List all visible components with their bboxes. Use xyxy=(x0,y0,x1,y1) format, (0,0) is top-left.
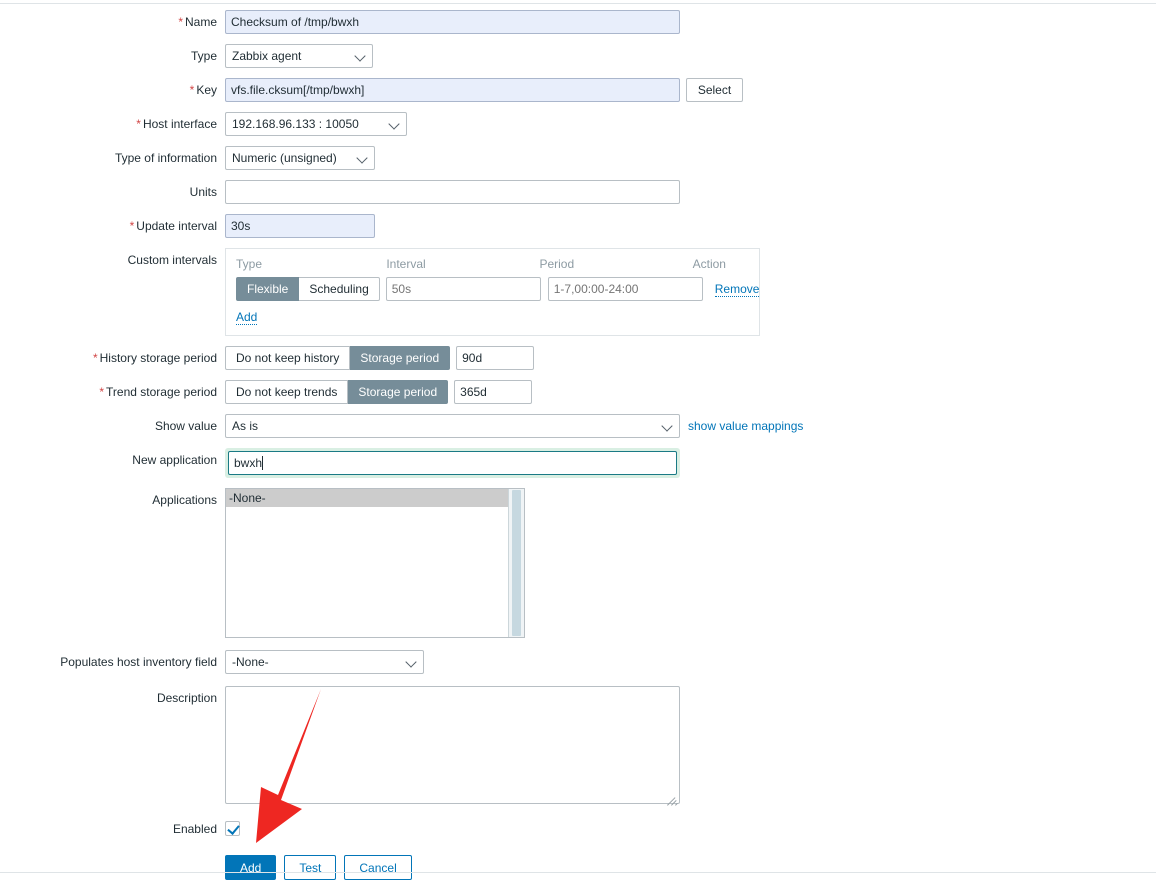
chevron-down-icon xyxy=(357,153,368,164)
form-row-host-interface: * Host interface 192.168.96.133 : 10050 xyxy=(0,112,1156,136)
show-value-select[interactable]: As is xyxy=(225,414,680,438)
chevron-down-icon xyxy=(389,119,400,130)
scrollbar-thumb[interactable] xyxy=(512,490,521,636)
item-form: *Name Type Zabbix agent *Key Sele xyxy=(0,10,1156,880)
trend-do-not-keep-button[interactable]: Do not keep trends xyxy=(225,380,349,404)
interval-type-toggle: Flexible Scheduling xyxy=(236,277,380,301)
list-item[interactable]: -None- xyxy=(226,489,524,507)
form-row-type: Type Zabbix agent xyxy=(0,44,1156,68)
type-of-information-label: Type of information xyxy=(114,151,217,165)
cancel-button[interactable]: Cancel xyxy=(344,855,412,880)
chevron-down-icon xyxy=(355,51,366,62)
form-row-name: * Name xyxy=(0,10,1156,34)
top-divider xyxy=(0,3,1156,4)
required-asterisk: * xyxy=(129,219,135,233)
form-row-type-of-information: Type of information Numeric (unsigned) xyxy=(0,146,1156,170)
form-row-key: *Key Select xyxy=(0,78,1156,102)
column-header-type: Type xyxy=(236,257,263,271)
type-label: Type xyxy=(190,49,217,63)
units-input[interactable] xyxy=(225,180,680,204)
column-header-period: Period xyxy=(539,257,575,271)
form-row-trend-storage-period: * Trend storage period Do not keep trends… xyxy=(0,380,1156,404)
show-value-label: Show value xyxy=(154,419,217,433)
form-row-update-interval: * Update interval xyxy=(0,214,1156,238)
populates-host-inventory-label: Populates host inventory field xyxy=(60,655,217,669)
required-asterisk: * xyxy=(99,385,105,399)
chevron-down-icon xyxy=(406,657,417,668)
host-interface-label: * Host interface xyxy=(136,117,217,131)
new-application-value: bwxh xyxy=(234,456,263,470)
column-header-interval: Interval xyxy=(386,257,426,271)
required-asterisk: * xyxy=(92,351,98,365)
key-label: * Key xyxy=(189,83,217,97)
form-row-populates-host-inventory: Populates host inventory field -None- xyxy=(0,650,1156,674)
new-application-label: New application xyxy=(132,453,217,467)
chevron-down-icon xyxy=(662,421,673,432)
show-value-mappings-link[interactable]: show value mappings xyxy=(688,414,803,438)
type-of-information-select[interactable]: Numeric (unsigned) xyxy=(225,146,375,170)
trend-storage-toggle: Do not keep trends Storage period xyxy=(225,380,449,404)
applications-label: Applications xyxy=(152,493,217,507)
update-interval-input[interactable] xyxy=(225,214,375,238)
interval-type-scheduling-button[interactable]: Scheduling xyxy=(299,277,380,301)
trend-storage-period-button[interactable]: Storage period xyxy=(348,380,449,404)
text-cursor xyxy=(262,456,264,470)
form-row-show-value: Show value As is show value mappings xyxy=(0,414,1156,438)
description-textarea[interactable] xyxy=(225,686,680,804)
history-do-not-keep-button[interactable]: Do not keep history xyxy=(225,346,351,370)
form-row-new-application: New application bwxh xyxy=(0,448,1156,478)
new-application-focus-glow: bwxh xyxy=(225,448,680,478)
custom-intervals-table: Type Interval Period Action Flexible Sch… xyxy=(225,248,760,336)
trend-storage-period-input[interactable] xyxy=(454,380,533,404)
trend-storage-period-label: * Trend storage period xyxy=(99,385,217,399)
history-storage-period-input[interactable] xyxy=(456,346,535,370)
history-storage-toggle: Do not keep history Storage period xyxy=(225,346,451,370)
units-label: Units xyxy=(189,185,217,199)
host-interface-value: 192.168.96.133 : 10050 xyxy=(232,117,359,131)
interval-type-flexible-button[interactable]: Flexible xyxy=(236,277,300,301)
interval-value-input[interactable] xyxy=(385,277,541,301)
form-row-enabled: Enabled xyxy=(0,817,1156,841)
custom-intervals-header-row: Type Interval Period Action xyxy=(236,257,749,271)
add-interval-link[interactable]: Add xyxy=(236,310,258,325)
form-row-actions: Add Test Cancel xyxy=(0,855,1156,880)
form-row-units: Units xyxy=(0,180,1156,204)
form-row-description: Description xyxy=(0,686,1156,807)
populates-host-inventory-value: -None- xyxy=(232,655,269,669)
column-header-action: Action xyxy=(692,257,726,271)
form-row-history-storage-period: * History storage period Do not keep hist… xyxy=(0,346,1156,370)
type-select[interactable]: Zabbix agent xyxy=(225,44,373,68)
history-storage-period-button[interactable]: Storage period xyxy=(350,346,451,370)
form-row-custom-intervals: Custom intervals Type Interval Period Ac… xyxy=(0,248,1156,336)
form-row-applications: Applications -None- xyxy=(0,488,1156,638)
description-label: Description xyxy=(156,691,217,705)
new-application-input[interactable]: bwxh xyxy=(228,451,677,475)
enabled-checkbox[interactable] xyxy=(225,821,240,836)
key-select-button[interactable]: Select xyxy=(686,78,743,102)
custom-intervals-row: Flexible Scheduling Remove xyxy=(236,277,760,301)
name-label: * Name xyxy=(178,15,217,29)
applications-scrollbar[interactable] xyxy=(508,489,524,637)
enabled-label: Enabled xyxy=(172,822,217,836)
show-value-selected: As is xyxy=(232,419,259,433)
name-input[interactable] xyxy=(225,10,680,34)
applications-listbox[interactable]: -None- xyxy=(225,488,525,638)
update-interval-label: * Update interval xyxy=(129,219,217,233)
required-asterisk: * xyxy=(189,83,195,97)
key-input[interactable] xyxy=(225,78,680,102)
type-select-value: Zabbix agent xyxy=(232,49,302,63)
required-asterisk: * xyxy=(178,15,183,29)
host-interface-select[interactable]: 192.168.96.133 : 10050 xyxy=(225,112,407,136)
remove-interval-link[interactable]: Remove xyxy=(714,282,760,297)
test-button[interactable]: Test xyxy=(284,855,337,880)
custom-intervals-label: Custom intervals xyxy=(127,253,217,267)
type-of-information-value: Numeric (unsigned) xyxy=(232,151,337,165)
populates-host-inventory-select[interactable]: -None- xyxy=(225,650,424,674)
bottom-divider xyxy=(0,872,1156,873)
required-asterisk: * xyxy=(136,117,141,131)
history-storage-period-label: * History storage period xyxy=(92,351,217,365)
add-button[interactable]: Add xyxy=(225,855,277,880)
item-configuration-page: *Name Type Zabbix agent *Key Sele xyxy=(0,0,1156,880)
period-value-input[interactable] xyxy=(547,277,703,301)
